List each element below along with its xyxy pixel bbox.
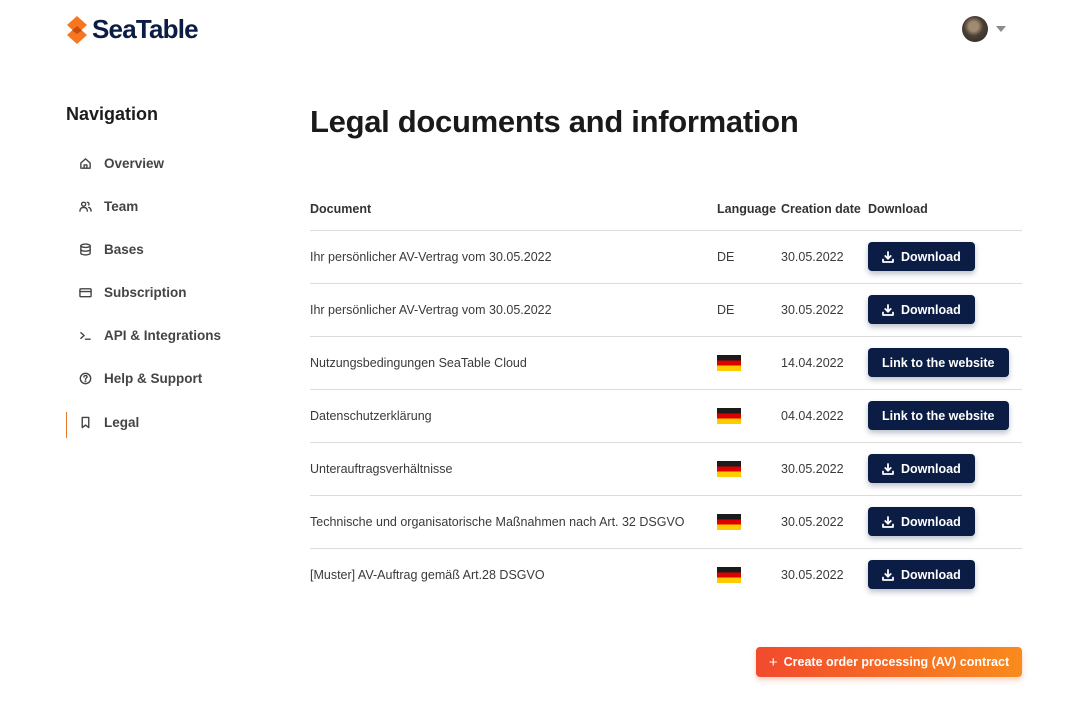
document-name: [Muster] AV-Auftrag gemäß Art.28 DSGVO bbox=[310, 567, 545, 582]
help-circle-icon bbox=[79, 372, 92, 385]
download-button-label: Download bbox=[901, 567, 961, 582]
bookmark-icon bbox=[81, 416, 90, 429]
germany-flag-icon bbox=[717, 460, 741, 477]
sidebar-item-legal[interactable]: Legal bbox=[66, 400, 266, 445]
document-date: 04.04.2022 bbox=[781, 389, 868, 443]
download-button-label: Download bbox=[901, 514, 961, 529]
terminal-icon bbox=[80, 332, 91, 340]
download-button[interactable]: Download bbox=[868, 507, 975, 536]
document-name: Ihr persönlicher AV-Vertrag vom 30.05.20… bbox=[310, 230, 717, 284]
download-button[interactable]: Download bbox=[868, 242, 975, 271]
link-button-label: Link to the website bbox=[882, 408, 995, 423]
users-icon bbox=[79, 201, 92, 212]
sidebar-item-api-integrations[interactable]: API & Integrations bbox=[66, 314, 266, 357]
document-name: Technische und organisatorische Maßnahme… bbox=[310, 495, 717, 549]
document-name: Unterauftragsverhältnisse bbox=[310, 442, 717, 496]
table-row: Ihr persönlicher AV-Vertrag vom 30.05.20… bbox=[310, 230, 1022, 284]
logo-text: SeaTable bbox=[92, 14, 199, 44]
download-icon bbox=[882, 462, 894, 475]
document-date: 14.04.2022 bbox=[781, 336, 868, 390]
database-icon bbox=[80, 243, 91, 256]
sidebar-item-subscription[interactable]: Subscription bbox=[66, 271, 266, 314]
column-header-creation-date: Creation date bbox=[781, 188, 868, 231]
download-icon bbox=[882, 250, 894, 263]
download-button-label: Download bbox=[901, 302, 961, 317]
document-date: 30.05.2022 bbox=[781, 283, 868, 337]
plus-icon: + bbox=[768, 653, 778, 671]
sidebar-item-label: Subscription bbox=[104, 285, 187, 300]
table-row: [Muster] AV-Auftrag gemäß Art.28 DSGVO 3… bbox=[310, 548, 1022, 601]
table-row: Ihr persönlicher AV-Vertrag vom 30.05.20… bbox=[310, 283, 1022, 337]
sidebar-item-overview[interactable]: Overview bbox=[66, 142, 266, 185]
seatable-logo-icon bbox=[67, 15, 87, 44]
germany-flag-icon bbox=[717, 513, 741, 530]
sidebar-item-label: Overview bbox=[104, 156, 165, 171]
sidebar-item-label: Help & Support bbox=[104, 371, 203, 386]
create-av-contract-button[interactable]: + Create order processing (AV) contract bbox=[756, 647, 1022, 677]
link-to-website-button[interactable]: Link to the website bbox=[868, 348, 1009, 377]
germany-flag-icon bbox=[717, 354, 741, 371]
sidebar-item-team[interactable]: Team bbox=[66, 185, 266, 228]
download-button[interactable]: Download bbox=[868, 295, 975, 324]
sidebar-item-label: API & Integrations bbox=[104, 328, 222, 343]
download-button-label: Download bbox=[901, 461, 961, 476]
table-row: Technische und organisatorische Maßnahme… bbox=[310, 495, 1022, 549]
table-row: Unterauftragsverhältnisse 30.05.2022 Dow… bbox=[310, 442, 1022, 496]
create-av-contract-label: Create order processing (AV) contract bbox=[783, 655, 1010, 669]
sidebar-item-label: Team bbox=[104, 199, 139, 214]
document-name: Datenschutzerklärung bbox=[310, 389, 717, 443]
link-to-website-button[interactable]: Link to the website bbox=[868, 401, 1009, 430]
link-button-label: Link to the website bbox=[882, 355, 995, 370]
sidebar-item-bases[interactable]: Bases bbox=[66, 228, 266, 271]
credit-card-icon bbox=[79, 288, 92, 298]
document-date: 30.05.2022 bbox=[781, 495, 868, 549]
page-title: Legal documents and information bbox=[310, 104, 799, 139]
download-button[interactable]: Download bbox=[868, 560, 975, 590]
download-icon bbox=[882, 303, 894, 316]
germany-flag-icon bbox=[717, 407, 741, 424]
table-header-row: Document Language Creation date Download bbox=[310, 188, 1022, 231]
download-button[interactable]: Download bbox=[868, 454, 975, 483]
document-language: DE bbox=[717, 283, 781, 337]
legal-documents-table: Document Language Creation date Download… bbox=[310, 188, 1022, 601]
document-date: 30.05.2022 bbox=[781, 230, 868, 284]
column-header-download: Download bbox=[868, 188, 1022, 231]
table-row: Nutzungsbedingungen SeaTable Cloud 14.04… bbox=[310, 336, 1022, 390]
user-avatar[interactable] bbox=[962, 16, 988, 42]
document-name: Nutzungsbedingungen SeaTable Cloud bbox=[310, 336, 717, 390]
home-icon bbox=[80, 158, 91, 169]
column-header-language: Language bbox=[717, 188, 781, 231]
sidebar-item-label: Bases bbox=[104, 242, 144, 257]
document-date: 30.05.2022 bbox=[781, 442, 868, 496]
column-header-document: Document bbox=[310, 188, 717, 231]
download-icon bbox=[882, 568, 894, 581]
document-date: 30.05.2022 bbox=[781, 567, 844, 582]
document-language: DE bbox=[717, 230, 781, 284]
download-icon bbox=[882, 515, 894, 528]
sidebar-item-help-support[interactable]: Help & Support bbox=[66, 357, 266, 400]
download-button-label: Download bbox=[901, 249, 961, 264]
navigation-title: Navigation bbox=[66, 104, 159, 124]
sidebar-nav: Overview Team Bases Subscription API & I… bbox=[66, 142, 266, 445]
table-row: Datenschutzerklärung 04.04.2022 Link to … bbox=[310, 389, 1022, 443]
germany-flag-icon bbox=[717, 566, 741, 583]
seatable-logo[interactable]: SeaTable bbox=[66, 14, 199, 45]
caret-down-icon[interactable] bbox=[996, 26, 1006, 32]
user-menu[interactable] bbox=[962, 16, 1006, 42]
document-name: Ihr persönlicher AV-Vertrag vom 30.05.20… bbox=[310, 283, 717, 337]
sidebar-item-label: Legal bbox=[104, 415, 140, 430]
